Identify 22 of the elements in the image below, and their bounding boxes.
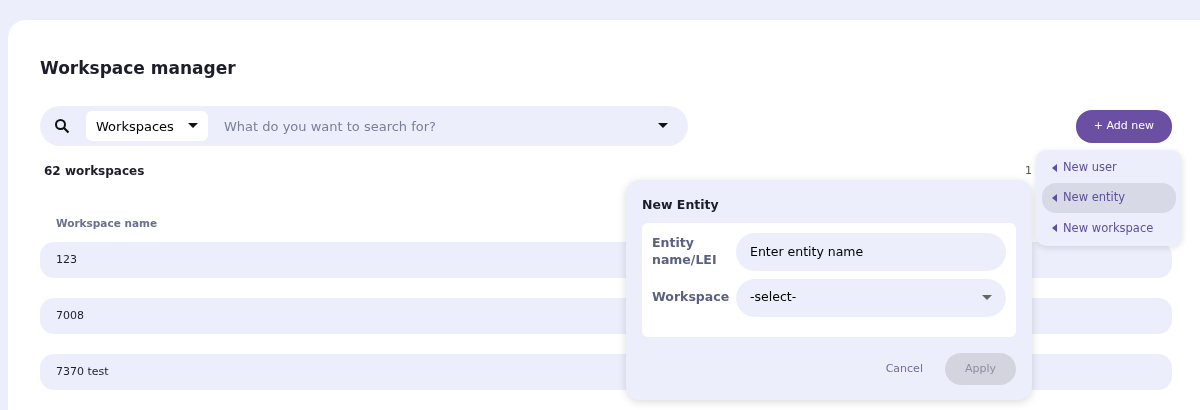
- scope-dropdown[interactable]: Workspaces: [86, 111, 208, 142]
- caret-icon: [982, 294, 992, 301]
- entity-name-field[interactable]: Enter entity name: [736, 232, 1006, 271]
- search-field[interactable]: What do you want to search for?: [208, 115, 658, 138]
- workspace-select[interactable]: -select-: [736, 278, 1006, 317]
- menu-item[interactable]: New workspace: [1042, 213, 1176, 243]
- page-info: 1: [1025, 163, 1032, 180]
- cancel-button[interactable]: Cancel: [879, 359, 929, 379]
- search-bar[interactable]: Workspaces What do you want to search for?: [40, 106, 688, 147]
- menu-item[interactable]: New entity: [1042, 183, 1176, 213]
- page-title: Workspace manager: [40, 58, 237, 79]
- caret-icon: [658, 123, 668, 130]
- menu-item[interactable]: New user: [1042, 153, 1176, 183]
- caret-icon: [1052, 224, 1057, 233]
- workspace-count: 62 workspaces: [44, 163, 145, 181]
- search-icon: [54, 118, 70, 135]
- column-header: Workspace name: [56, 216, 158, 232]
- add-new-button[interactable]: + Add new: [1075, 110, 1172, 143]
- caret-icon: [1052, 163, 1057, 172]
- caret-icon: [188, 123, 198, 130]
- dialog-title: New Entity: [642, 196, 720, 214]
- caret-icon: [1052, 193, 1057, 202]
